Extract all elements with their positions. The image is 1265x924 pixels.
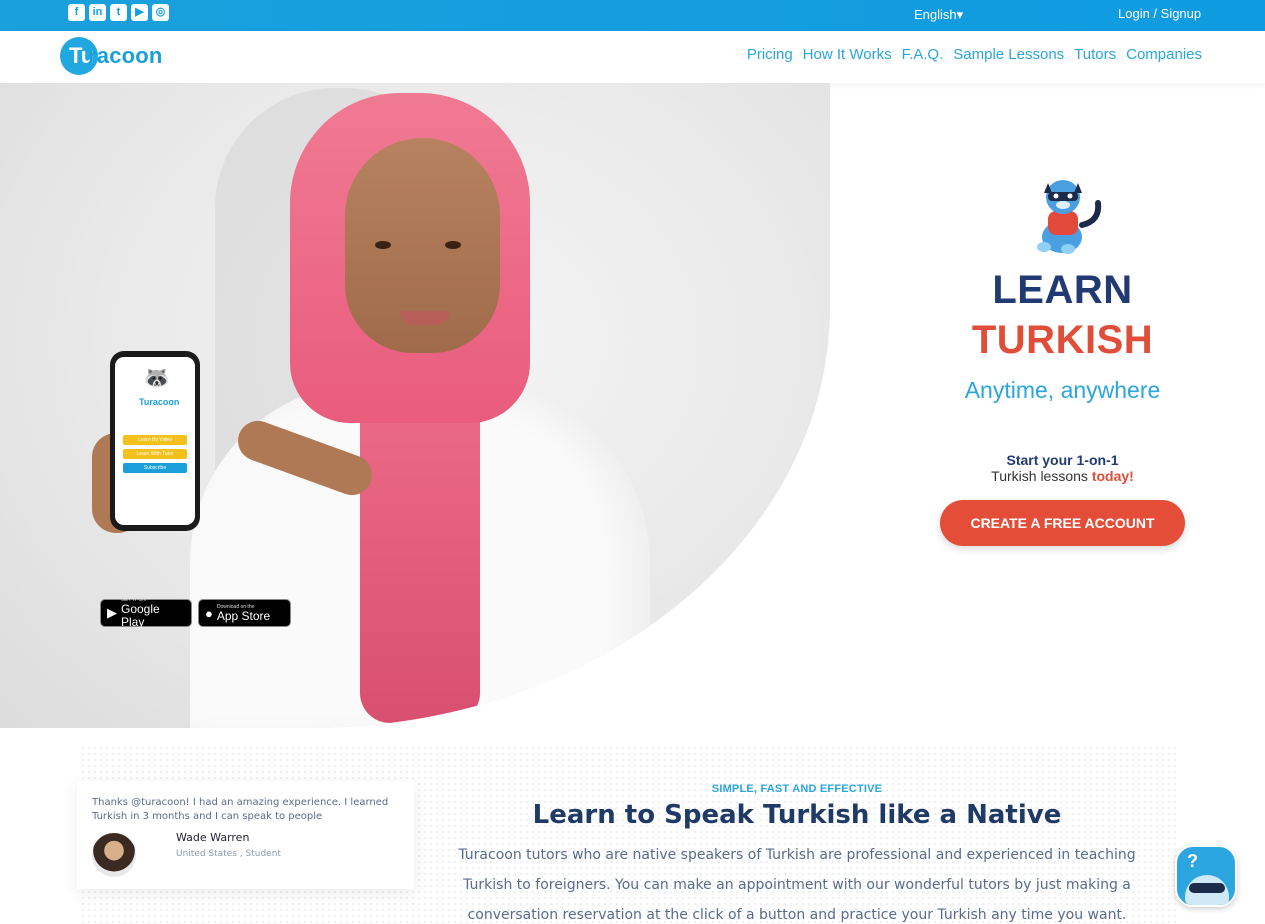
google-play-badge[interactable]: ▶ GET IT ON Google Play: [100, 597, 192, 629]
phone-mockup: 🦝 Turacoon Learn By Video Learn With Tut…: [110, 351, 200, 531]
turacoon-logo[interactable]: Tu racoon: [60, 37, 163, 75]
language-label: English: [914, 7, 957, 22]
badge-big-text: App Store: [216, 608, 271, 623]
hero-tagline: Anytime, anywhere: [964, 377, 1161, 403]
apple-icon: ●: [205, 605, 213, 621]
main-navbar: Tu racoon Pricing How It Works F.A.Q. Sa…: [0, 31, 1265, 83]
testimonial-quote: Thanks @turacoon! I had an amazing exper…: [92, 797, 389, 822]
hero-title-turkish: TURKISH: [971, 318, 1154, 362]
right-eye: [445, 241, 461, 249]
app-store-badge[interactable]: ● Download on the App Store: [198, 599, 291, 627]
nav-pricing[interactable]: Pricing: [747, 46, 793, 63]
facebook-icon[interactable]: f: [68, 4, 85, 21]
help-chat-button[interactable]: ?: [1175, 845, 1237, 907]
start-line-2: Turkish lessons today!: [940, 468, 1185, 484]
testimonial-location: United States , Student: [176, 849, 281, 859]
avatar: [92, 833, 136, 877]
testimonial-card: Thanks @turacoon! I had an amazing exper…: [77, 781, 414, 889]
nav-faq[interactable]: F.A.Q.: [902, 46, 944, 63]
nav-companies[interactable]: Companies: [1126, 46, 1202, 63]
nav-tutors[interactable]: Tutors: [1074, 46, 1116, 63]
smile: [400, 311, 450, 325]
section-headline: Learn to Speak Turkish like a Native: [532, 800, 1062, 830]
phone-subscribe-button: Subscribe: [123, 463, 187, 473]
testimonial-name: Wade Warren: [176, 831, 250, 844]
linkedin-icon[interactable]: in: [89, 4, 106, 21]
instagram-icon[interactable]: ◎: [152, 4, 169, 21]
raccoon-mascot-icon: 🦝: [143, 365, 171, 390]
badge-big-text: Google Play: [121, 602, 160, 629]
caret-down-icon: ▾: [956, 7, 964, 22]
youtube-icon[interactable]: ▶: [131, 4, 148, 21]
section-kicker: SIMPLE, FAST AND EFFECTIVE: [711, 783, 883, 795]
raccoon-mascot-icon: [1037, 180, 1102, 254]
nav-how-it-works[interactable]: How It Works: [803, 46, 892, 63]
scarf-tail: [360, 383, 480, 723]
question-raccoon-icon: ?: [1187, 851, 1198, 871]
login-signup-link[interactable]: Login / Signup: [1118, 6, 1201, 21]
hero-title-learn: LEARN: [992, 268, 1133, 312]
phone-learn-tutor-button: Learn With Tutor: [123, 449, 187, 459]
twitter-icon[interactable]: t: [110, 4, 127, 21]
start-line-2-text: Turkish lessons: [991, 468, 1088, 484]
phone-learn-video-button: Learn By Video: [123, 435, 187, 445]
create-account-button[interactable]: CREATE A FREE ACCOUNT: [940, 500, 1185, 546]
phone-screen: 🦝 Turacoon Learn By Video Learn With Tut…: [115, 357, 195, 525]
nav-sample-lessons[interactable]: Sample Lessons: [953, 46, 1064, 63]
start-line-1: Start your 1-on-1: [1006, 452, 1119, 468]
raccoon-mask: [1189, 883, 1225, 893]
top-bar: f in t ▶ ◎ English▾ Login / Signup: [0, 0, 1265, 31]
left-eye: [375, 241, 391, 249]
phone-logo: Turacoon: [139, 397, 180, 407]
social-links: f in t ▶ ◎: [68, 4, 169, 21]
nav-links: Pricing How It Works F.A.Q. Sample Lesso…: [747, 46, 1202, 63]
language-selector[interactable]: English▾: [914, 7, 963, 23]
section-paragraph: Turacoon tutors who are native speakers …: [458, 847, 1136, 923]
start-today: today!: [1091, 468, 1134, 484]
logo-wordmark: racoon: [88, 43, 163, 68]
play-store-icon: ▶: [107, 605, 117, 620]
